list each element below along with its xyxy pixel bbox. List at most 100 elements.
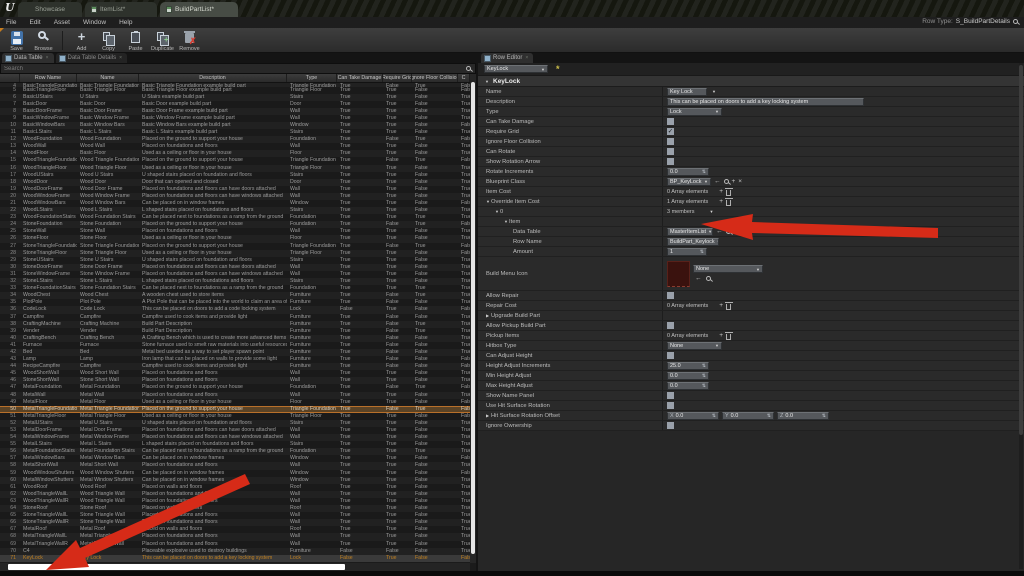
clear-icon[interactable]: × [738, 178, 742, 185]
table-row-BasicDoorFrame[interactable]: 8BasicDoorFrameBasic Door FrameBasic Doo… [0, 108, 470, 115]
table-row-WoodTriangleWallL[interactable]: 62WoodTriangleWallLWood Triangle WallPla… [0, 491, 470, 498]
add-icon[interactable]: + [732, 178, 736, 185]
table-row-StoneFoundation[interactable]: 24StoneFoundationStone FoundationPlaced … [0, 221, 470, 228]
chevron-down-icon[interactable]: ▼ [712, 89, 716, 94]
table-row-MetalTriangleWallL[interactable]: 68MetalTriangleWallLMetal Triangle WallP… [0, 533, 470, 540]
table-row-CraftingBench[interactable]: 40CraftingBenchCrafting BenchA Crafting … [0, 335, 470, 342]
use-selected-icon[interactable]: ← [714, 178, 721, 185]
column-header-c[interactable]: C [458, 74, 470, 82]
table-row-StoneLStairs[interactable]: 32StoneLStairsStone L StairsL shaped sta… [0, 278, 470, 285]
checkbox[interactable] [667, 138, 674, 145]
table-row-WoodWindowBars[interactable]: 21WoodWindowBarsWood Window BarsCan be p… [0, 200, 470, 207]
table-row-WoodDoorFrame[interactable]: 19WoodDoorFrameWood Door FramePlaced on … [0, 186, 470, 193]
tab-data-table[interactable]: Data Table× [2, 53, 54, 63]
table-row-Campfire[interactable]: 37CampfireCampfireCampfire used to cook … [0, 314, 470, 321]
vector-z-field[interactable]: Z0.0⇅ [777, 412, 829, 420]
column-header-require-grid[interactable]: Require Grid [383, 74, 412, 82]
multi-value-grip-icon[interactable]: ⇅ [822, 413, 826, 419]
dropdown[interactable]: Lock▼ [667, 108, 722, 116]
table-row-BasicUStairs[interactable]: 6BasicUStairsU StairsU Stairs example bu… [0, 94, 470, 101]
table-row-WoodTriangleWallR[interactable]: 63WoodTriangleWallRWood Triangle WallPla… [0, 498, 470, 505]
multi-value-grip-icon[interactable]: ⇅ [712, 413, 716, 419]
toolbar-remove-button[interactable]: Remove [176, 29, 203, 52]
column-header-type[interactable]: Type [287, 74, 337, 82]
table-row-StoneDoorFrame[interactable]: 30StoneDoorFrameStone Door FramePlaced o… [0, 264, 470, 271]
tab-data-table-details[interactable]: Data Table Details× [56, 53, 128, 63]
checkbox[interactable] [667, 322, 674, 329]
checkbox[interactable] [667, 292, 674, 299]
toolbar-copy-button[interactable]: Copy [95, 29, 122, 52]
table-row-PlotPole[interactable]: 35PlotPolePlot PoleA Plot Pole that can … [0, 299, 470, 306]
add-element-icon[interactable]: + [719, 332, 723, 339]
dropdown[interactable]: Key Lock [667, 88, 707, 96]
table-row-MetalLStairs[interactable]: 55MetalLStairsMetal L StairsL shaped sta… [0, 441, 470, 448]
menu-item-help[interactable]: Help [119, 19, 132, 26]
delete-elements-icon[interactable] [726, 304, 731, 310]
section-header-keylock[interactable]: ▼ KeyLock [478, 76, 1024, 87]
column-header-name[interactable]: Name [77, 74, 139, 82]
table-row-BasicWindowFrame[interactable]: 9BasicWindowFrameBasic Window FrameBasic… [0, 115, 470, 122]
row-type-browse-icon[interactable] [1013, 19, 1018, 24]
table-row-BasicDoor[interactable]: 7BasicDoorBasic DoorBasic Door example b… [0, 101, 470, 108]
table-row-BasicTriangleFloor[interactable]: 5BasicTriangleFloorBasic Triangle FloorB… [0, 87, 470, 94]
search-input[interactable] [0, 63, 476, 74]
column-header-can-take-damage[interactable]: Can Take Damage [337, 74, 383, 82]
horizontal-scrollbar-thumb[interactable] [8, 564, 345, 570]
table-row-StoneFloor[interactable]: 26StoneFloorStone FloorUsed as a ceiling… [0, 235, 470, 242]
table-row-WoodTriangleFloor[interactable]: 16WoodTriangleFloorWood Triangle FloorUs… [0, 165, 470, 172]
vector-y-field[interactable]: Y0.0⇅ [722, 412, 774, 420]
menu-item-edit[interactable]: Edit [29, 19, 40, 26]
browse-icon[interactable] [726, 229, 731, 234]
table-row-WoodFoundation[interactable]: 12WoodFoundationWood FoundationPlaced on… [0, 136, 470, 143]
window-tab-itemlist[interactable]: ItemList* [85, 2, 157, 17]
use-selected-icon[interactable]: ← [695, 275, 702, 282]
browse-icon[interactable] [706, 276, 711, 281]
value-field[interactable]: 0.0⇅ [667, 372, 709, 380]
table-row-CodeLock[interactable]: 36CodeLockCode LockThis can be placed on… [0, 306, 470, 313]
table-row-WoodShortWall[interactable]: 45WoodShortWallWood Short WallPlaced on … [0, 370, 470, 377]
table-row-BasicLStairs[interactable]: 11BasicLStairsBasic L StairsBasic L Stai… [0, 129, 470, 136]
table-row-StoneTriangleFoundation[interactable]: 27StoneTriangleFoundationStone Triangle … [0, 243, 470, 250]
value-field[interactable]: 1⇅ [667, 248, 707, 256]
delete-elements-icon[interactable] [726, 334, 731, 340]
checkbox[interactable] [667, 118, 674, 125]
panel-scrollbar-thumb[interactable] [1019, 65, 1023, 435]
browse-icon[interactable] [724, 179, 729, 184]
table-row-WoodWindowFrame[interactable]: 20WoodWindowFrameWood Window FramePlaced… [0, 193, 470, 200]
table-row-WoodDoor[interactable]: 18WoodDoorWood DoorDoor that can opened … [0, 179, 470, 186]
checkbox[interactable] [667, 422, 674, 429]
table-row-MetalFoundationStairs[interactable]: 56MetalFoundationStairsMetal Foundation … [0, 448, 470, 455]
table-row-WoodTriangleFoundation[interactable]: 15WoodTriangleFoundationWood Triangle Fo… [0, 157, 470, 164]
table-row-Lamp[interactable]: 43LampLampIron lamp that can be placed o… [0, 356, 470, 363]
horizontal-scrollbar[interactable] [0, 563, 470, 571]
table-row-MetalFloor[interactable]: 49MetalFloorMetal FloorUsed as a ceiling… [0, 399, 470, 406]
chevron-down-icon[interactable]: ▼ [710, 209, 714, 214]
row-type-value[interactable]: S_BuildPartDetails [956, 18, 1010, 25]
table-row-MetalDoorFrame[interactable]: 53MetalDoorFrameMetal Door FramePlaced o… [0, 427, 470, 434]
panel-scrollbar[interactable] [1019, 63, 1023, 569]
menu-item-file[interactable]: File [6, 19, 16, 26]
table-row-MetalTriangleFloor[interactable]: 51MetalTriangleFloorMetal Triangle Floor… [0, 413, 470, 420]
table-row-StoneRoof[interactable]: 64StoneRoofStone RoofPlaced on walls and… [0, 505, 470, 512]
column-header-ignore-floor-collision[interactable]: Ignore Floor Collision [412, 74, 458, 82]
table-row-MetalTriangleFoundation[interactable]: 50MetalTriangleFoundationMetal Triangle … [0, 406, 470, 413]
multi-value-grip-icon[interactable]: ⇅ [702, 373, 706, 379]
table-row-StoneShortWall[interactable]: 46StoneShortWallStone Short WallPlaced o… [0, 377, 470, 384]
checkbox[interactable] [667, 148, 674, 155]
table-row-MetalWindowFrame[interactable]: 54MetalWindowFrameMetal Window FramePlac… [0, 434, 470, 441]
table-row-MetalUStairs[interactable]: 52MetalUStairsMetal U StairsU shaped sta… [0, 420, 470, 427]
vertical-scrollbar-thumb[interactable] [471, 82, 475, 554]
table-row-MetalTriangleWallR[interactable]: 69MetalTriangleWallRMetal Triangle WallP… [0, 541, 470, 548]
checkbox[interactable] [667, 352, 674, 359]
table-row-MetalWindowShutters[interactable]: 60MetalWindowShuttersMetal Window Shutte… [0, 477, 470, 484]
table-row-WoodChest[interactable]: 34WoodChestWood ChestA wooden chest used… [0, 292, 470, 299]
row-selector-dropdown[interactable]: KeyLock ▼ [484, 65, 548, 73]
table-row-MetalShortWall[interactable]: 58MetalShortWallMetal Short WallPlaced o… [0, 462, 470, 469]
multi-value-grip-icon[interactable]: ⇅ [767, 413, 771, 419]
toolbar-browse-button[interactable]: Browse [30, 29, 57, 52]
table-row-MetalRoof[interactable]: 67MetalRoofMetal RoofPlaced on walls and… [0, 526, 470, 533]
toolbar-add-button[interactable]: +Add [68, 29, 95, 52]
table-row-Vender[interactable]: 39VenderVenderBuild Part DescriptionFurn… [0, 328, 470, 335]
table-row-StoneTriangleWallL[interactable]: 65StoneTriangleWallLStone Triangle WallP… [0, 512, 470, 519]
multi-value-grip-icon[interactable]: ⇅ [700, 249, 704, 255]
